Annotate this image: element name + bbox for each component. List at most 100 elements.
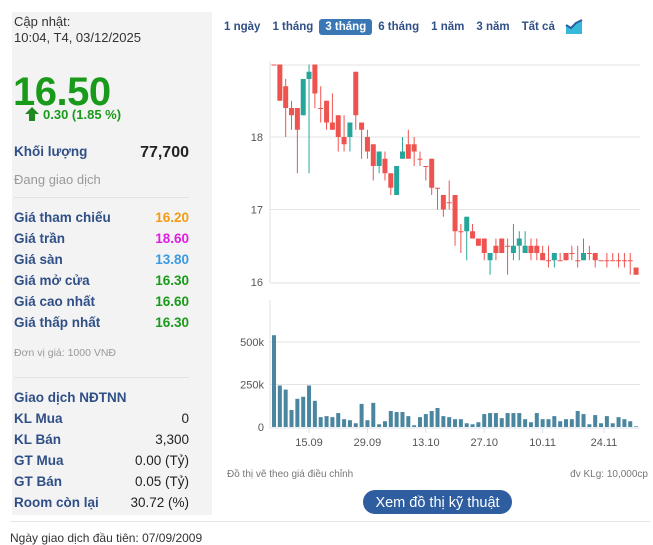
price-volume-chart: 16 17 18 0 250k 500k 15.09 29.09 13.10 27.10 10.11… xyxy=(240,62,640,449)
candle-body xyxy=(382,158,388,174)
volume-bar xyxy=(499,418,504,427)
volume-bar xyxy=(534,413,539,427)
volume-bar xyxy=(569,419,574,427)
candle-body xyxy=(557,260,563,262)
y-tick-label: 250k xyxy=(240,380,264,392)
candle-body xyxy=(388,173,394,188)
y-tick-label: 16 xyxy=(251,277,263,289)
candle-body xyxy=(627,260,633,262)
y-tick-label: 500k xyxy=(240,337,264,349)
candle-body xyxy=(505,245,511,247)
candle-body xyxy=(633,267,639,275)
volume-bar xyxy=(453,419,458,427)
volume-bar xyxy=(610,423,615,427)
candle-body xyxy=(534,245,540,253)
candle-body xyxy=(335,115,341,137)
candle-body xyxy=(575,260,581,262)
foreign-value: 30.72 (%) xyxy=(130,495,189,510)
volume-bar xyxy=(307,385,312,427)
candle-body xyxy=(446,202,452,204)
candle-body xyxy=(364,137,370,152)
volume-bar xyxy=(435,407,440,427)
candle-body xyxy=(329,122,335,130)
candle-body xyxy=(353,71,359,116)
candle-body xyxy=(359,122,365,130)
volume-bar xyxy=(470,424,475,427)
volume-bar xyxy=(342,419,347,427)
candle-body xyxy=(522,245,528,253)
volume-bar xyxy=(458,419,463,427)
volume-bar xyxy=(511,413,516,427)
volume-bar xyxy=(558,421,563,427)
volume-bar xyxy=(324,416,329,427)
candle-body xyxy=(464,216,470,232)
candle-body xyxy=(610,260,616,262)
volume-bar xyxy=(382,421,387,427)
candle-body xyxy=(399,151,405,159)
candle-body xyxy=(289,108,295,116)
volume-bar xyxy=(353,423,358,427)
volume-bar xyxy=(359,403,364,427)
volume-bar xyxy=(528,422,533,427)
y-tick-label: 17 xyxy=(251,205,263,217)
volume-bar xyxy=(488,413,493,427)
volume-bar xyxy=(505,413,510,427)
foreign-value: 0.05 (Tỷ) xyxy=(134,474,189,489)
view-technical-chart-button[interactable]: Xem đồ thị kỹ thuật xyxy=(363,490,512,514)
foreign-row: GT Bán 0.05 (Tỷ) xyxy=(14,474,189,489)
candle-body xyxy=(540,253,546,261)
candle-body xyxy=(271,64,277,66)
candle-body xyxy=(458,231,464,233)
volume-bar xyxy=(312,400,317,427)
volume-bar xyxy=(289,410,294,427)
candle-body xyxy=(394,166,400,195)
x-tick-label: 29.09 xyxy=(354,437,382,449)
volume-bar xyxy=(418,417,422,427)
y-tick-label: 0 xyxy=(258,422,264,434)
candle-body xyxy=(586,253,592,254)
candle-body xyxy=(440,195,446,210)
volume-bar xyxy=(464,423,469,427)
candle-body xyxy=(545,260,551,262)
divider xyxy=(10,521,650,522)
foreign-label: GT Bán xyxy=(14,474,63,489)
candle-body xyxy=(592,253,598,261)
candle-body xyxy=(411,144,417,152)
volume-bar xyxy=(394,412,399,427)
candle-body xyxy=(324,100,330,123)
volume-bar xyxy=(388,411,393,427)
volume-bar xyxy=(628,421,633,427)
volume-bar xyxy=(272,335,276,427)
candle-body xyxy=(312,64,318,94)
volume-bar xyxy=(277,385,282,427)
candle-body xyxy=(283,86,289,108)
candle-body xyxy=(347,122,353,137)
x-tick-label: 27.10 xyxy=(470,437,498,449)
candle-body xyxy=(475,238,481,246)
volume-bar xyxy=(634,426,639,427)
volume-bar xyxy=(377,424,382,427)
adjusted-note: Đồ thị vẽ theo giá điều chỉnh xyxy=(227,469,354,480)
candle-body xyxy=(499,238,505,253)
candle-body xyxy=(452,195,458,232)
candle-body xyxy=(470,231,476,239)
volume-bar xyxy=(581,414,586,427)
x-tick-label: 24.11 xyxy=(591,437,618,449)
candle-body xyxy=(551,253,557,261)
candle-body xyxy=(604,260,610,262)
foreign-row: Room còn lại 30.72 (%) xyxy=(14,495,189,510)
candle-body xyxy=(300,79,306,116)
candle-body xyxy=(429,158,435,188)
candle-body xyxy=(581,253,587,261)
volume-bar xyxy=(365,420,370,427)
candle-body xyxy=(481,238,487,253)
volume-bar xyxy=(429,411,434,427)
volume-bar xyxy=(517,413,522,427)
candle-body xyxy=(376,151,382,166)
candle-body xyxy=(341,137,347,145)
volume-unit-note: đv KLg: 10,000cp xyxy=(570,469,648,480)
foreign-label: Room còn lại xyxy=(14,495,99,510)
volume-bar xyxy=(336,413,341,427)
volume-bar xyxy=(330,417,335,427)
volume-bar xyxy=(476,422,481,427)
